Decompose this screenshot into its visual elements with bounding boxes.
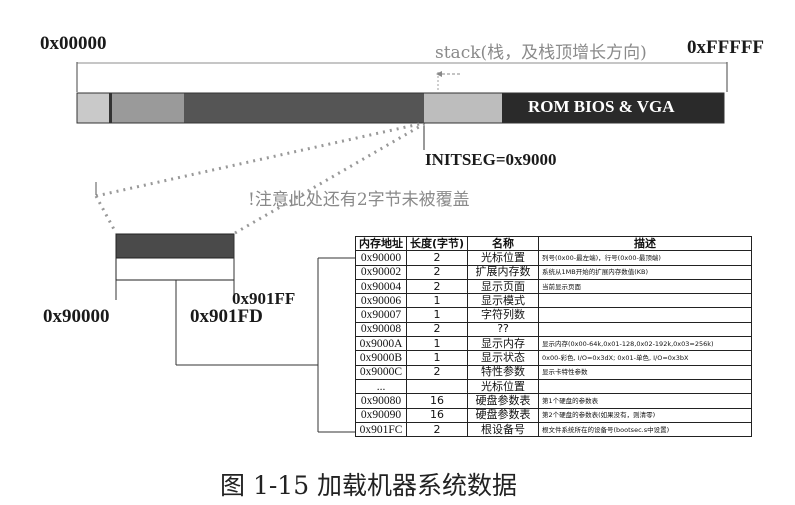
zoom-block [115, 233, 235, 259]
initseg-label: INITSEG=0x9000 [425, 150, 557, 169]
table-row: 0x90007 1 字符列数 [355, 307, 752, 323]
header-length: 长度(字节) [405, 235, 469, 252]
stack-note: stack(栈，及栈顶增长方向) [435, 43, 647, 63]
stack-arrow-head [436, 71, 442, 77]
cell-name: 硬盘参数表 [467, 393, 540, 409]
cell-description [538, 293, 752, 309]
table-row: 0x9000A 1 显示内存 显示内存(0x00-64k,0x01-128,0x02-… [355, 336, 752, 352]
cell-length: 16 [405, 393, 469, 409]
table-row: 0x90090 16 硬盘参数表 第2个硬盘的参数表(如果没有，则清零) [355, 407, 752, 423]
rom-bios-label: ROM BIOS & VGA [528, 97, 675, 116]
cell-address: 0x90004 [355, 278, 407, 295]
table-header-row: 内存地址 长度(字节) 名称 描述 [355, 235, 752, 252]
cell-address: 0x9000C [355, 364, 407, 380]
cell-address: 0x90006 [355, 293, 407, 309]
cell-name: 显示模式 [467, 293, 540, 309]
cell-length: 2 [405, 364, 469, 380]
cell-length: 2 [405, 421, 469, 438]
cell-length: 2 [405, 264, 469, 280]
cell-length: 2 [405, 321, 469, 338]
cell-length: 1 [405, 336, 469, 352]
cell-length: 1 [405, 350, 469, 366]
setup-params-table: 内存地址 长度(字节) 名称 描述 0x90000 2 光标位置 列号(0x00-最左… [355, 235, 752, 438]
table-row: 0x90080 16 硬盘参数表 第1个硬盘的参数表 [355, 393, 752, 409]
cell-length: 1 [405, 293, 469, 309]
cell-length: 2 [405, 250, 469, 266]
cell-address: 0x90002 [355, 264, 407, 280]
cell-address: 0x90000 [355, 250, 407, 266]
header-description: 描述 [538, 235, 752, 252]
cell-name: 光标位置 [467, 378, 540, 395]
cell-name: 显示内存 [467, 336, 540, 352]
table-row: ... 光标位置 [355, 378, 752, 395]
cell-description: 显示内存(0x00-64k,0x01-128,0x02-192k,0x03=25… [538, 336, 752, 352]
cell-length [405, 378, 469, 395]
header-address: 内存地址 [355, 235, 407, 252]
cell-address: 0x90007 [355, 307, 407, 323]
cell-name: 特性参数 [467, 364, 540, 380]
cell-name: 硬盘参数表 [467, 407, 540, 423]
cell-name: 光标位置 [467, 250, 540, 266]
addr-901fd: 0x901FD [190, 306, 263, 327]
table-row: 0x90004 2 显示页面 当前显示页面 [355, 278, 752, 295]
cell-length: 2 [405, 278, 469, 295]
table-row: 0x901FC 2 根设备号 根文件系统所在的设备号(bootsec.s中设置) [355, 421, 752, 438]
cell-name: ?? [467, 321, 540, 338]
cell-length: 1 [405, 307, 469, 323]
table-row: 0x9000B 1 显示状态 0x00-彩色, I/O=0x3dX; 0x01-单色,… [355, 350, 752, 366]
figure-caption: 图 1-15 加载机器系统数据 [220, 471, 518, 500]
table-row: 0x90006 1 显示模式 [355, 293, 752, 309]
table-row: 0x90000 2 光标位置 列号(0x00-最左端)，行号(0x00-最顶端) [355, 250, 752, 266]
cell-name: 字符列数 [467, 307, 540, 323]
cell-description [538, 321, 752, 338]
cell-description: 列号(0x00-最左端)，行号(0x00-最顶端) [538, 250, 752, 266]
cell-description: 当前显示页面 [538, 278, 752, 295]
cell-description: 系统从1MB开始的扩展内存数值(KB) [538, 264, 752, 280]
cell-name: 显示状态 [467, 350, 540, 366]
cell-description: 显示卡特性参数 [538, 364, 752, 380]
cell-address: 0x90090 [355, 407, 407, 423]
zoom-block-lower [115, 257, 235, 281]
addr-90000: 0x90000 [43, 306, 110, 327]
cell-length: 16 [405, 407, 469, 423]
start-address: 0x00000 [40, 33, 107, 54]
cell-description: 第1个硬盘的参数表 [538, 393, 752, 409]
table-row: 0x90002 2 扩展内存数 系统从1MB开始的扩展内存数值(KB) [355, 264, 752, 280]
zoom-line-left [94, 195, 118, 234]
cell-description: 第2个硬盘的参数表(如果没有，则清零) [538, 407, 752, 423]
cell-address: 0x90008 [355, 321, 407, 338]
zoom-line-right [234, 122, 425, 235]
cell-address: 0x901FC [355, 421, 407, 438]
header-name: 名称 [467, 235, 540, 252]
cell-address: ... [355, 378, 407, 395]
cell-address: 0x9000A [355, 336, 407, 352]
table-row: 0x9000C 2 特性参数 显示卡特性参数 [355, 364, 752, 380]
table-row: 0x90008 2?? [355, 321, 752, 338]
cell-name: 显示页面 [467, 278, 540, 295]
end-address: 0xFFFFF [687, 37, 765, 58]
cell-name: 扩展内存数 [467, 264, 540, 280]
cell-description [538, 378, 752, 395]
cell-address: 0x9000B [355, 350, 407, 366]
cell-name: 根设备号 [467, 421, 540, 438]
cell-address: 0x90080 [355, 393, 407, 409]
cell-description: 0x00-彩色, I/O=0x3dX; 0x01-单色, I/O=0x3bX [538, 350, 752, 366]
warning-note: !注意此处还有2字节未被覆盖 [248, 190, 470, 210]
cell-description [538, 307, 752, 323]
cell-description: 根文件系统所在的设备号(bootsec.s中设置) [538, 421, 752, 438]
